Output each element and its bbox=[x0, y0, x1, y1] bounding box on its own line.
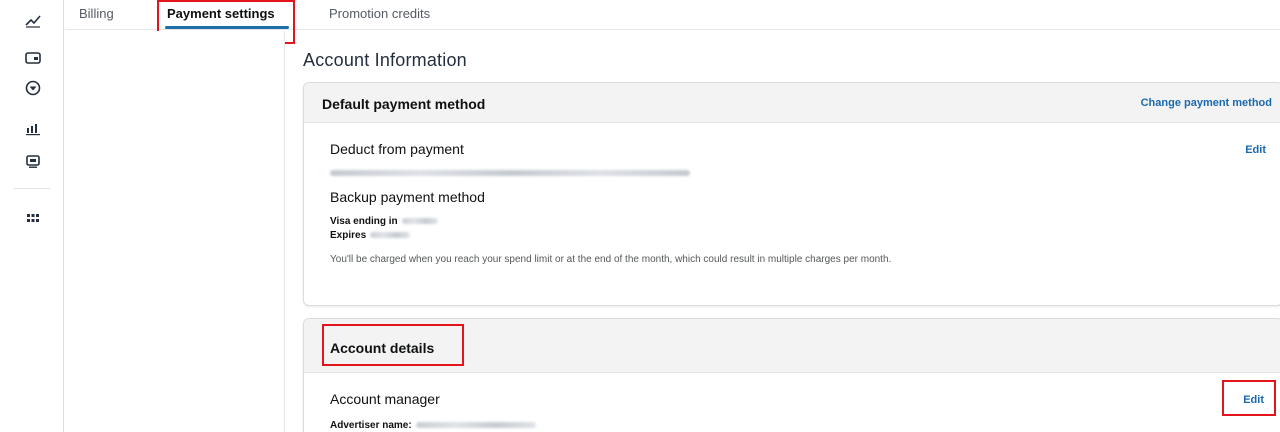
default-payment-title: Default payment method bbox=[322, 96, 486, 112]
advertiser-name-label: Advertiser name: bbox=[330, 420, 412, 431]
visa-ending-row: Visa ending in bbox=[330, 216, 438, 227]
shield-icon[interactable] bbox=[24, 79, 42, 97]
redacted-expiry bbox=[370, 232, 411, 239]
billing-note: You'll be charged when you reach your sp… bbox=[330, 254, 892, 265]
visa-ending-label: Visa ending in bbox=[330, 216, 398, 227]
rail-divider bbox=[14, 188, 50, 189]
card-header: Default payment method Change payment me… bbox=[304, 83, 1280, 123]
backup-payment-title: Backup payment method bbox=[330, 189, 485, 205]
media-icon[interactable] bbox=[24, 152, 42, 170]
page-title: Account Information bbox=[303, 50, 467, 70]
expires-label: Expires bbox=[330, 230, 367, 241]
account-manager-title: Account manager bbox=[330, 391, 440, 407]
apps-grid-icon[interactable] bbox=[24, 209, 42, 227]
tab-promotion-credits[interactable]: Promotion credits bbox=[329, 6, 430, 21]
deduct-from-payment-title: Deduct from payment bbox=[330, 141, 464, 157]
trend-icon[interactable] bbox=[24, 11, 42, 29]
expires-row: Expires bbox=[330, 230, 411, 241]
highlight-box-account-details bbox=[322, 324, 464, 366]
advertiser-name-row: Advertiser name: bbox=[330, 420, 536, 431]
redacted-card-digits bbox=[401, 218, 438, 225]
change-payment-method-link[interactable]: Change payment method bbox=[1141, 97, 1272, 109]
icon-rail bbox=[0, 0, 64, 432]
redacted-advertiser-name bbox=[415, 422, 536, 429]
deduct-edit-link[interactable]: Edit bbox=[1245, 144, 1266, 156]
secondary-nav bbox=[65, 31, 285, 432]
wallet-icon[interactable] bbox=[24, 49, 42, 67]
tab-billing[interactable]: Billing bbox=[79, 6, 114, 21]
default-payment-card: Default payment method Change payment me… bbox=[303, 82, 1280, 306]
redacted-payment-detail bbox=[330, 170, 690, 176]
bar-chart-icon[interactable] bbox=[24, 119, 42, 137]
highlight-box-edit bbox=[1222, 380, 1276, 416]
